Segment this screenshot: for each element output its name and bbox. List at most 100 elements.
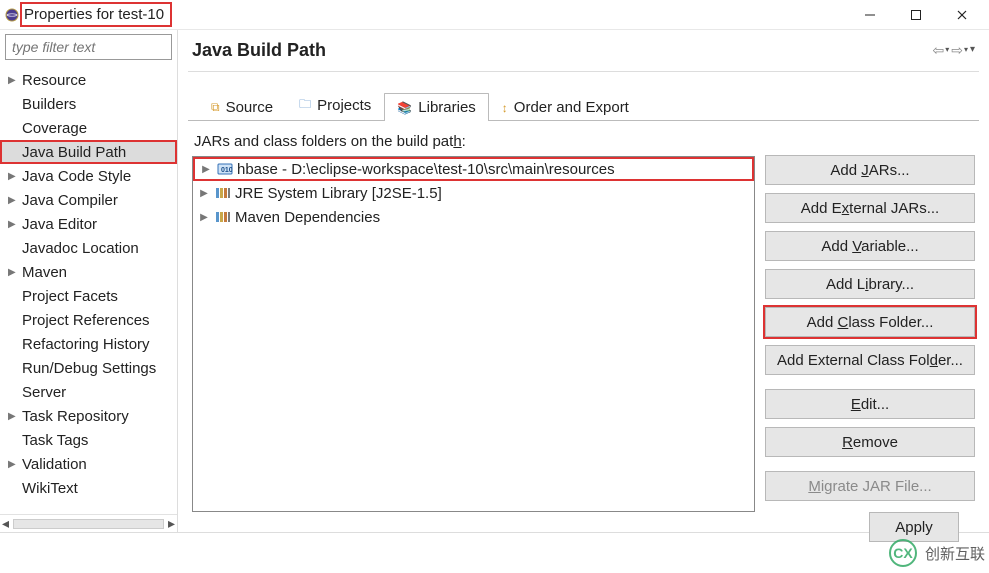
class-folder-icon: 010 [217,161,233,177]
expand-icon[interactable]: ▶ [197,212,211,223]
instructions-label: JARs and class folders on the build path… [192,131,755,156]
list-area: JARs and class folders on the build path… [192,131,755,512]
scroll-right-icon[interactable]: ▸ [168,515,175,532]
sidebar-item-label: Builders [22,96,76,113]
sidebar-item-wikitext[interactable]: WikiText [0,476,177,500]
edit-button[interactable]: Edit... [765,389,975,419]
sidebar-item-task-tags[interactable]: Task Tags [0,428,177,452]
sidebar-item-java-compiler[interactable]: ▶Java Compiler [0,188,177,212]
tab-libraries[interactable]: 📚 Libraries [384,93,488,121]
scroll-thumb[interactable] [13,519,164,529]
sidebar-item-java-editor[interactable]: ▶Java Editor [0,212,177,236]
sidebar-item-validation[interactable]: ▶Validation [0,452,177,476]
window-controls [847,1,985,29]
sidebar-item-label: Project Facets [22,288,118,305]
filter-input[interactable] [5,34,172,60]
sidebar-item-coverage[interactable]: Coverage [0,116,177,140]
page-title: Java Build Path [192,40,326,61]
source-folder-icon: ⧉ [211,100,220,115]
apply-button[interactable]: Apply [869,512,959,542]
minimize-button[interactable] [847,1,893,29]
add-external-class-folder-button[interactable]: Add External Class Folder... [765,345,975,375]
sidebar-item-label: Task Tags [22,432,88,449]
close-button[interactable] [939,1,985,29]
add-class-folder-button[interactable]: Add Class Folder... [765,307,975,337]
title-bar: Properties for test-10 [0,0,989,30]
projects-icon: 🗀 [299,95,311,116]
maximize-button[interactable] [893,1,939,29]
library-entry-maven[interactable]: ▶ Maven Dependencies [193,205,754,229]
sidebar-item-run-debug-settings[interactable]: Run/Debug Settings [0,356,177,380]
add-external-jars-button[interactable]: Add External JARs... [765,193,975,223]
content-header: Java Build Path ⇦▾ ⇨▾ ▾ [188,30,979,72]
library-entry-label: Maven Dependencies [235,209,380,226]
sidebar-item-java-build-path[interactable]: Java Build Path [0,140,177,164]
content-pane: Java Build Path ⇦▾ ⇨▾ ▾ ⧉ Source 🗀 Proje… [178,30,989,532]
library-entry-jre[interactable]: ▶ JRE System Library [J2SE-1.5] [193,181,754,205]
svg-text:010: 010 [221,167,233,174]
sidebar-item-refactoring-history[interactable]: Refactoring History [0,332,177,356]
add-jars-button[interactable]: Add JARs... [765,155,975,185]
nav-forward-button[interactable]: ⇨▾ [951,42,968,59]
footer: Apply [188,512,979,542]
sidebar-item-java-code-style[interactable]: ▶Java Code Style [0,164,177,188]
window-title: Properties for test-10 [20,2,172,27]
sidebar: ▶Resource Builders Coverage Java Build P… [0,30,178,532]
library-entry-label: JRE System Library [J2SE-1.5] [235,185,442,202]
sidebar-item-label: Project References [22,312,150,329]
tab-projects[interactable]: 🗀 Projects [286,89,384,121]
libraries-listbox[interactable]: ▶ 010 hbase - D:\eclipse-workspace\test-… [192,156,755,512]
expand-icon[interactable]: ▶ [197,188,211,199]
tab-order-export[interactable]: ↕ Order and Export [489,93,642,121]
sidebar-item-label: Validation [22,456,87,473]
sidebar-item-label: WikiText [22,480,78,497]
sidebar-item-javadoc-location[interactable]: Javadoc Location [0,236,177,260]
sidebar-item-label: Java Code Style [22,168,131,185]
tab-source[interactable]: ⧉ Source [198,93,286,121]
sidebar-item-builders[interactable]: Builders [0,92,177,116]
sidebar-tree[interactable]: ▶Resource Builders Coverage Java Build P… [0,66,177,514]
tab-label: Libraries [418,99,476,116]
sidebar-item-label: Task Repository [22,408,129,425]
sidebar-item-label: Server [22,384,66,401]
tab-label: Projects [317,97,371,114]
remove-button[interactable]: Remove [765,427,975,457]
sidebar-item-resource[interactable]: ▶Resource [0,68,177,92]
sidebar-item-label: Java Editor [22,216,97,233]
sidebar-item-label: Maven [22,264,67,281]
tab-content: JARs and class folders on the build path… [188,121,979,512]
sidebar-item-label: Coverage [22,120,87,137]
library-entry-hbase[interactable]: ▶ 010 hbase - D:\eclipse-workspace\test-… [193,157,754,181]
watermark-logo: CX [889,539,917,567]
watermark: CX 创新互联 [889,539,985,567]
add-library-button[interactable]: Add Library... [765,269,975,299]
expand-icon[interactable]: ▶ [199,164,213,175]
view-menu-button[interactable]: ▾ [970,45,975,56]
tab-label: Order and Export [514,99,629,116]
order-export-icon: ↕ [502,101,508,115]
migrate-jar-button: Migrate JAR File... [765,471,975,501]
header-nav: ⇦▾ ⇨▾ ▾ [932,42,975,59]
watermark-text: 创新互联 [925,543,985,564]
scroll-left-icon[interactable]: ◂ [2,515,9,532]
add-variable-button[interactable]: Add Variable... [765,231,975,261]
eclipse-icon [4,7,20,23]
filter-box [5,34,172,60]
sidebar-item-project-facets[interactable]: Project Facets [0,284,177,308]
library-icon [215,209,231,225]
tab-label: Source [226,99,274,116]
sidebar-item-task-repository[interactable]: ▶Task Repository [0,404,177,428]
sidebar-item-label: Java Compiler [22,192,118,209]
sidebar-h-scrollbar[interactable]: ◂ ▸ [0,514,177,532]
button-column: Add JARs... Add External JARs... Add Var… [765,131,975,512]
libraries-icon: 📚 [397,101,412,115]
sidebar-item-project-references[interactable]: Project References [0,308,177,332]
sidebar-item-maven[interactable]: ▶Maven [0,260,177,284]
sidebar-item-label: Java Build Path [22,144,126,161]
sidebar-item-label: Resource [22,72,86,89]
tab-bar: ⧉ Source 🗀 Projects 📚 Libraries ↕ Order … [188,88,979,121]
library-entry-label: hbase - D:\eclipse-workspace\test-10\src… [237,161,615,178]
nav-back-button[interactable]: ⇦▾ [932,42,949,59]
sidebar-item-server[interactable]: Server [0,380,177,404]
sidebar-item-label: Run/Debug Settings [22,360,156,377]
